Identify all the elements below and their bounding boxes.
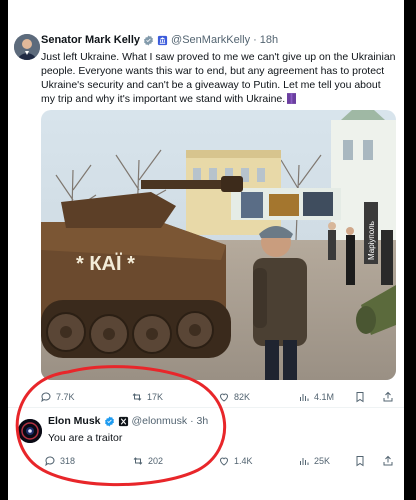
repost-count: 202 (148, 456, 164, 466)
views-button[interactable]: 4.1M (298, 391, 334, 403)
elon-avatar[interactable] (18, 419, 42, 443)
tweet2-text: You are a traitor (48, 432, 123, 444)
tweet-senator-kelly[interactable]: Senator Mark Kelly @SenMarkKelly · 18h J… (8, 0, 404, 392)
tweet-time[interactable]: · 3h (190, 415, 208, 427)
repost-button[interactable]: 17K (131, 391, 163, 403)
bookmark-icon (356, 456, 364, 467)
tweet-time[interactable]: · 18h (253, 34, 278, 46)
tweet-photo[interactable]: Марiуполь * КАЇ * (41, 110, 396, 380)
feed-frame: Senator Mark Kelly @SenMarkKelly · 18h J… (8, 0, 404, 500)
avatar[interactable] (14, 34, 40, 60)
bookmark-icon (356, 392, 364, 403)
like-icon (219, 393, 229, 402)
author-name[interactable]: Senator Mark Kelly (41, 34, 140, 46)
author-handle[interactable]: @SenMarkKelly (171, 34, 250, 46)
share-icon (383, 455, 393, 466)
reply-icon (45, 456, 55, 467)
author-handle[interactable]: @elonmusk (132, 415, 188, 427)
tweet-text-content: Just left Ukraine. What I saw proved to … (41, 51, 396, 105)
views-count: 4.1M (314, 392, 335, 402)
tank-graffiti-text: * КАЇ * (76, 252, 135, 275)
reply-icon (41, 392, 51, 403)
tank-photo-image: Марiуполь * КАЇ * (41, 110, 396, 380)
verified-badge-icon (144, 34, 154, 46)
like-count: 1.4K (234, 456, 253, 466)
share-button[interactable] (382, 455, 394, 467)
like-button[interactable]: 82K (218, 391, 250, 403)
share-icon (383, 391, 393, 402)
reply-button[interactable]: 7.7K (40, 391, 75, 403)
government-badge-icon (157, 35, 168, 45)
share-button[interactable] (382, 391, 394, 403)
like-count: 82K (234, 392, 251, 402)
reply-count: 7.7K (56, 392, 75, 402)
bookmark-button[interactable] (354, 391, 366, 403)
repost-icon (132, 393, 142, 401)
x-affiliate-badge-icon (118, 416, 128, 426)
views-icon (300, 458, 309, 465)
tweet2-actions: 318 202 1.4K 25K (8, 454, 404, 468)
tweet-header: Senator Mark Kelly @SenMarkKelly · 18h (41, 34, 278, 46)
mariupol-sign-text: Марiуполь (367, 221, 376, 260)
reply-count: 318 (60, 456, 76, 466)
views-icon (300, 394, 309, 401)
bookmark-button[interactable] (354, 455, 366, 467)
views-count: 25K (314, 456, 331, 466)
verified-badge-icon (104, 415, 114, 427)
purple-ribbon-icon (287, 93, 297, 104)
tweet1-actions: 7.7K 17K 82K 4.1M (8, 390, 404, 404)
repost-count: 17K (147, 392, 164, 402)
reply-button[interactable]: 318 (44, 455, 75, 467)
views-button[interactable]: 25K (298, 455, 330, 467)
tweet2-header: Elon Musk @elonmusk · 3h (48, 415, 208, 427)
repost-button[interactable]: 202 (132, 455, 163, 467)
like-icon (219, 457, 229, 466)
like-button[interactable]: 1.4K (218, 455, 253, 467)
repost-icon (133, 457, 143, 465)
tweet-divider (8, 407, 404, 408)
tweet-text: Just left Ukraine. What I saw proved to … (41, 50, 396, 106)
author-name[interactable]: Elon Musk (48, 415, 101, 427)
